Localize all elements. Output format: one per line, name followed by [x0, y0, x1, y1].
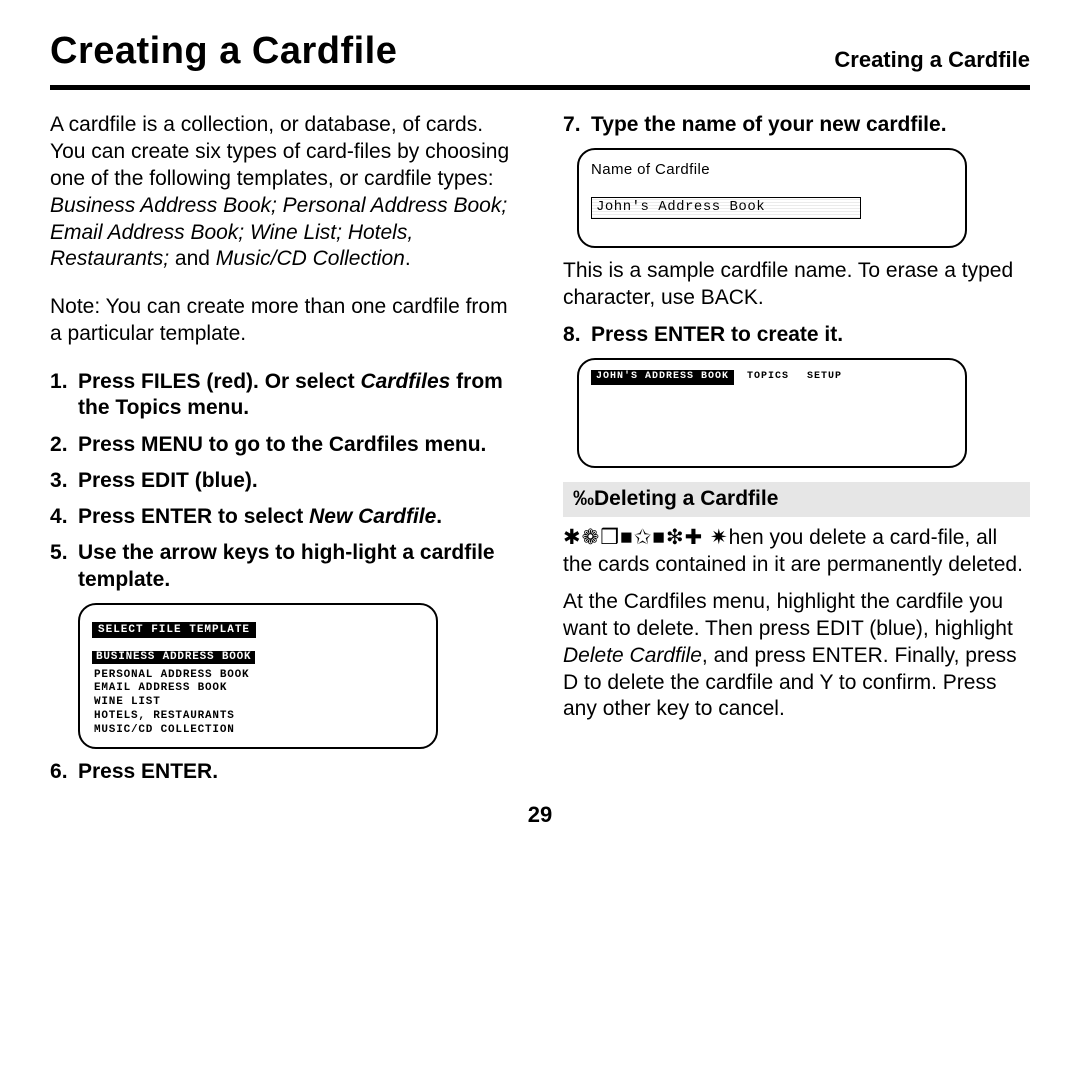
steps-list-left: Press FILES (red). Or select Cardfiles f…: [50, 369, 517, 593]
step-1: Press FILES (red). Or select Cardfiles f…: [50, 369, 517, 422]
lcd1-row: WINE LIST: [92, 696, 424, 710]
lcd3-tab-active: JOHN'S ADDRESS BOOK: [591, 370, 734, 385]
sub-prefix-icon: ‰: [573, 487, 594, 510]
lcd3-tab-topics: TOPICS: [742, 370, 794, 385]
lcd3-tabs: JOHN'S ADDRESS BOOK TOPICS SETUP: [591, 370, 953, 385]
intro-paragraph: A cardfile is a collection, or database,…: [50, 112, 517, 273]
lcd1-row: MUSIC/CD COLLECTION: [92, 724, 424, 738]
step-1a: Press FILES (red). Or select: [78, 370, 360, 393]
lcd-template-list: SELECT FILE TEMPLATE BUSINESS ADDRESS BO…: [78, 603, 438, 750]
and-word: and: [175, 247, 216, 270]
lcd-name-entry: Name of Cardfile John's Address Book: [577, 148, 967, 248]
lcd1-row: PERSONAL ADDRESS BOOK: [92, 669, 424, 683]
lcd1-selected: BUSINESS ADDRESS BOOK: [92, 651, 255, 665]
lcd1-row: EMAIL ADDRESS BOOK: [92, 682, 424, 696]
note-paragraph: Note: You can create more than one cardf…: [50, 294, 517, 348]
step-4-italic: New Cardfile: [309, 505, 436, 528]
warning-paragraph: ✱❁❒■✩■❇✚ ✷hen you delete a card-file, al…: [563, 525, 1030, 579]
subsection-heading: ‰Deleting a Cardfile: [563, 482, 1030, 517]
step-2: Press MENU to go to the Cardfiles menu.: [50, 432, 517, 458]
lcd3-tab-setup: SETUP: [802, 370, 847, 385]
intro-text: A cardfile is a collection, or database,…: [50, 113, 509, 190]
lcd2-label: Name of Cardfile: [591, 160, 953, 179]
running-head: Creating a Cardfile: [834, 47, 1030, 73]
sample-note: This is a sample cardfile name. To erase…: [563, 258, 1030, 312]
del-italic: Delete Cardfile: [563, 644, 702, 667]
step-1-italic: Cardfiles: [360, 370, 450, 393]
steps-list-right-a: Type the name of your new cardfile.: [563, 112, 1030, 138]
step-3: Press EDIT (blue).: [50, 468, 517, 494]
page-header: Creating a Cardfile Creating a Cardfile: [50, 30, 1030, 77]
page-title: Creating a Cardfile: [50, 30, 397, 73]
step-4b: .: [436, 505, 442, 528]
intro-period: .: [405, 247, 411, 270]
step-4a: Press ENTER to select: [78, 505, 309, 528]
lcd1-row: HOTELS, RESTAURANTS: [92, 710, 424, 724]
step-6: Press ENTER.: [50, 759, 517, 785]
sub-heading-text: Deleting a Cardfile: [594, 487, 778, 510]
warning-dingbats-icon: ✱❁❒■✩■❇✚ ✷: [563, 526, 729, 549]
lcd-created: JOHN'S ADDRESS BOOK TOPICS SETUP: [577, 358, 967, 468]
step-8: Press ENTER to create it.: [563, 322, 1030, 348]
delete-instructions: At the Cardfiles menu, highlight the car…: [563, 589, 1030, 723]
columns: A cardfile is a collection, or database,…: [50, 112, 1030, 796]
step-4: Press ENTER to select New Cardfile.: [50, 504, 517, 530]
step-7: Type the name of your new cardfile.: [563, 112, 1030, 138]
page-number: 29: [50, 802, 1030, 828]
left-column: A cardfile is a collection, or database,…: [50, 112, 517, 796]
manual-page: Creating a Cardfile Creating a Cardfile …: [0, 0, 1080, 1080]
lcd2-input: John's Address Book: [591, 197, 861, 219]
lcd1-title: SELECT FILE TEMPLATE: [92, 622, 256, 638]
right-column: Type the name of your new cardfile. Name…: [563, 112, 1030, 796]
steps-list-left-b: Press ENTER.: [50, 759, 517, 785]
del-a: At the Cardfiles menu, highlight the car…: [563, 590, 1013, 640]
step-5: Use the arrow keys to high-light a cardf…: [50, 540, 517, 593]
templates-last: Music/CD Collection: [216, 247, 405, 270]
header-rule: [50, 85, 1030, 90]
steps-list-right-b: Press ENTER to create it.: [563, 322, 1030, 348]
